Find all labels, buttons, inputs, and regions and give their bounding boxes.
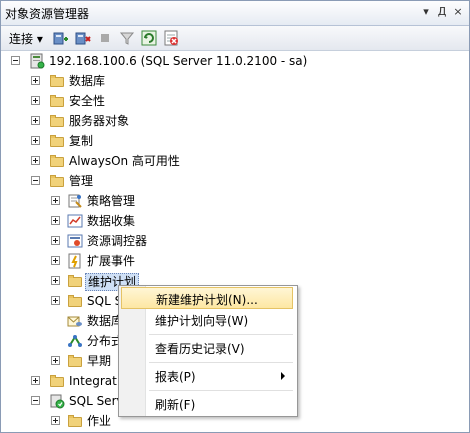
menu-item-label: 查看历史记录(V) [155,342,245,356]
folder-icon [67,273,83,289]
menu-item-label: 维护计划向导(W) [155,314,249,328]
folder-icon [49,173,65,189]
tree-label: 管理 [69,174,94,188]
tree-label: 策略管理 [87,194,136,208]
folder-icon [49,133,65,149]
menu-item-reports[interactable]: 报表(P) [121,365,293,387]
expand-toggle[interactable] [51,296,60,305]
menu-item-refresh[interactable]: 刷新(F) [121,393,293,415]
collapse-toggle[interactable] [11,56,20,65]
extended-events-icon [67,253,83,269]
pin-icon[interactable]: Д [435,4,449,20]
menu-item-new-maintenance-plan[interactable]: 新建维护计划(N)... [121,287,293,309]
expand-toggle[interactable] [31,76,40,85]
expand-toggle[interactable] [31,96,40,105]
menu-item-label: 刷新(F) [155,398,196,412]
expand-toggle[interactable] [31,156,40,165]
folder-icon [49,153,65,169]
folder-icon [49,113,65,129]
menu-separator [149,362,293,363]
expand-toggle[interactable] [31,376,40,385]
connect-button[interactable]: 连接 ▾ [9,30,43,47]
explorer-toolbar: 连接 ▾ [1,26,469,51]
folder-icon [49,373,65,389]
folder-icon [67,293,83,309]
disconnect-server-icon[interactable] [75,30,91,46]
expand-toggle[interactable] [51,216,60,225]
folder-icon [49,93,65,109]
expand-toggle[interactable] [31,136,40,145]
expand-toggle[interactable] [51,356,60,365]
menu-item-view-history[interactable]: 查看历史记录(V) [121,337,293,359]
tree-node-server[interactable]: 192.168.100.6 (SQL Server 11.0.2100 - sa… [11,51,351,71]
tree-label: 192.168.100.6 (SQL Server 11.0.2100 - sa… [49,54,308,68]
close-icon[interactable]: × [451,4,465,20]
tree-node-replication[interactable]: 复制 [31,131,231,151]
menu-item-label: 新建维护计划(N)... [156,293,258,307]
menu-item-label: 报表(P) [155,370,196,384]
expand-toggle[interactable] [51,276,60,285]
tree-node-alwayson[interactable]: AlwaysOn 高可用性 [31,151,251,171]
panel-titlebar: 对象资源管理器 ▾ Д × [1,1,469,26]
connect-server-icon[interactable] [53,30,69,46]
object-explorer-panel: 对象资源管理器 ▾ Д × 连接 ▾ 192.168.100.6 (SQL Se… [0,0,470,433]
folder-icon [67,413,83,429]
tree-label: AlwaysOn 高可用性 [69,154,180,168]
panel-title: 对象资源管理器 [5,7,90,21]
tree-label: 数据库 [69,74,106,88]
tree-node-data-collection[interactable]: 数据收集 [51,211,251,231]
expand-toggle[interactable] [51,236,60,245]
tree-label: 安全性 [69,94,106,108]
tree-node-policy-management[interactable]: 策略管理 [51,191,251,211]
tree-label: 数据收集 [87,214,136,228]
window-position-dropdown-icon[interactable]: ▾ [419,4,433,20]
tree-node-databases[interactable]: 数据库 [31,71,231,91]
submenu-arrow-icon [281,372,285,380]
database-mail-icon [67,313,83,329]
refresh-icon[interactable] [141,30,157,46]
resource-governor-icon [67,233,83,249]
tree-node-extended-events[interactable]: 扩展事件 [51,251,251,271]
menu-item-maintenance-plan-wizard[interactable]: 维护计划向导(W) [121,309,293,331]
tree-label: 作业 [87,414,112,428]
collapse-toggle[interactable] [31,176,40,185]
filter-icon[interactable] [119,30,135,46]
data-collection-icon [67,213,83,229]
folder-icon [67,353,83,369]
expand-toggle[interactable] [31,116,40,125]
tree-node-resource-governor[interactable]: 资源调控器 [51,231,251,251]
activity-monitor-icon[interactable] [163,30,179,46]
menu-separator [149,390,293,391]
tree-node-server-objects[interactable]: 服务器对象 [31,111,231,131]
folder-icon [49,73,65,89]
tree-label: 复制 [69,134,94,148]
expand-toggle[interactable] [51,256,60,265]
sql-agent-icon [49,393,65,409]
expand-toggle[interactable] [51,196,60,205]
tree-label: 资源调控器 [87,234,148,248]
tree-label: SQL S [87,294,123,308]
server-icon [29,53,45,69]
context-menu: 新建维护计划(N)... 维护计划向导(W) 查看历史记录(V) 报表(P) 刷… [118,285,298,417]
tree-label: 早期 [87,354,112,368]
dtc-icon [67,333,83,349]
tree-label: 扩展事件 [87,254,136,268]
tree-node-security[interactable]: 安全性 [31,91,231,111]
collapse-toggle[interactable] [31,396,40,405]
tree-node-management[interactable]: 管理 [31,171,231,191]
policy-icon [67,193,83,209]
tree-label: 服务器对象 [69,114,130,128]
expand-toggle[interactable] [51,416,60,425]
menu-separator [149,334,293,335]
stop-icon[interactable] [97,30,113,46]
